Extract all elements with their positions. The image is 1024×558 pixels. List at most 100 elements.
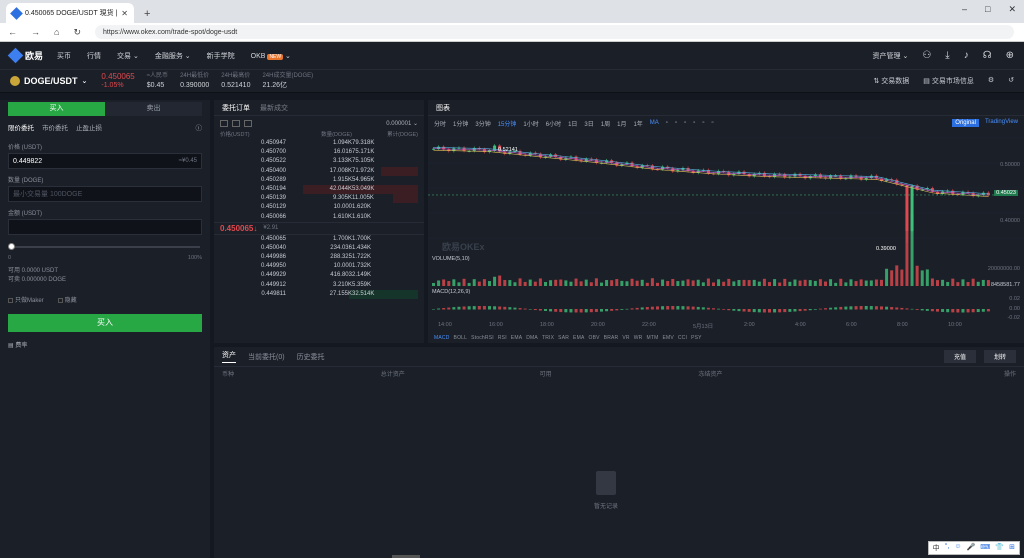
transfer-button[interactable]: 划转 (983, 350, 1016, 363)
view-both-icon[interactable] (220, 119, 228, 127)
indicator-psy[interactable]: PSY (691, 335, 702, 341)
forward-icon[interactable]: → (31, 27, 40, 37)
indicator-mtm[interactable]: MTM (646, 335, 658, 341)
precision-select[interactable]: 0.000001 ⌄ (386, 120, 418, 127)
nav-item-finance[interactable]: 金融服务 ⌄ (155, 51, 191, 61)
user-icon[interactable]: ⚇ (922, 50, 931, 61)
interval-7[interactable]: 3日 (584, 119, 593, 128)
ask-row[interactable]: 0.450129 10.000 1.620K (214, 203, 424, 212)
indicator-ema[interactable]: EMA (511, 335, 522, 341)
view-tradingview[interactable]: TradingView (985, 119, 1018, 127)
tab-order-book[interactable]: 委托订单 (222, 103, 250, 113)
brush-icon[interactable]: ▫ (684, 120, 686, 126)
interval-2[interactable]: 3分钟 (475, 119, 490, 128)
pair-selector[interactable]: DOGE/USDT ⌄ (10, 76, 87, 86)
bid-row[interactable]: 0.450065 1.700K 1.700K (214, 235, 424, 244)
tab-sell[interactable]: 卖出 (105, 102, 202, 116)
trade-data-link[interactable]: ⇅ 交易数据 (873, 76, 909, 86)
tab-assets[interactable]: 资产 (222, 350, 236, 363)
ime-item[interactable]: °, (945, 543, 950, 553)
interval-8[interactable]: 1周 (601, 119, 610, 128)
ask-row[interactable]: 0.450947 1.094K 79.318K (214, 139, 424, 148)
ime-item[interactable]: ⌨ (980, 543, 990, 553)
indicator-obv[interactable]: OBV (588, 335, 599, 341)
ime-item[interactable]: 🎤 (967, 543, 976, 553)
view-original[interactable]: Original (952, 119, 979, 127)
fee-rate-link[interactable]: ▤ 费率 (8, 340, 202, 349)
close-tab-icon[interactable]: ✕ (121, 9, 128, 18)
site-logo[interactable]: 欧易 (7, 47, 43, 64)
back-icon[interactable]: ← (8, 27, 17, 37)
candle-type-icon[interactable]: ▫ (666, 120, 668, 126)
nav-item-academy[interactable]: 新手学院 (207, 51, 235, 61)
refresh-icon[interactable]: ↺ (1008, 76, 1014, 86)
tab-buy[interactable]: 买入 (8, 102, 105, 116)
amount-slider[interactable] (8, 241, 202, 253)
interval-4[interactable]: 1小时 (523, 119, 538, 128)
indicator-dma[interactable]: DMA (526, 335, 538, 341)
info-icon[interactable]: ⓘ (196, 122, 203, 132)
indicator-vr[interactable]: VR (622, 335, 629, 341)
url-input[interactable]: https://www.okex.com/trade-spot/doge-usd… (94, 25, 1014, 39)
ime-item[interactable]: ☺ (954, 543, 961, 553)
globe-icon[interactable]: ⊕ (1006, 50, 1014, 61)
interval-10[interactable]: 1年 (633, 119, 642, 128)
maximize-button[interactable]: □ (985, 4, 990, 15)
buy-button[interactable]: 买入 (8, 314, 202, 332)
ask-row[interactable]: 0.450289 1.915K 54.965K (214, 176, 424, 185)
order-type-market[interactable]: 市价委托 (42, 122, 68, 132)
bid-row[interactable]: 0.450040 234.036 1.434K (214, 244, 424, 253)
indicator-brar[interactable]: BRAR (604, 335, 619, 341)
ask-row[interactable]: 0.450700 16.016 75.171K (214, 148, 424, 157)
minimize-button[interactable]: – (962, 4, 967, 15)
bid-row[interactable]: 0.449986 288.325 1.722K (214, 253, 424, 262)
price-input[interactable]: 0.449822 ≈¥0.45 (8, 153, 202, 169)
download-icon[interactable]: ⤓ (945, 50, 949, 61)
indicator-stochrsi[interactable]: StochRSI (471, 335, 494, 341)
bid-row[interactable]: 0.449929 416.803 2.149K (214, 271, 424, 280)
interval-3[interactable]: 15分钟 (498, 119, 517, 128)
option-hidden[interactable]: 隐藏 (57, 295, 77, 304)
ime-item[interactable]: ⊞ (1009, 543, 1015, 553)
support-icon[interactable]: ☊ (983, 50, 992, 61)
bid-row[interactable]: 0.449811 27.155K 32.514K (214, 289, 424, 299)
interval-6[interactable]: 1日 (568, 119, 577, 128)
bid-row[interactable]: 0.449912 3.210K 5.359K (214, 281, 424, 290)
reload-icon[interactable]: ↻ (73, 27, 81, 38)
ask-row[interactable]: 0.450400 17.008K 71.972K (214, 166, 424, 176)
interval-9[interactable]: 1月 (617, 119, 626, 128)
option-post-only[interactable]: 只做Maker (8, 295, 44, 304)
indicator-ema[interactable]: EMA (573, 335, 584, 341)
nav-item-markets[interactable]: 行情 (87, 51, 101, 61)
interval-5[interactable]: 6小时 (546, 119, 561, 128)
ask-row[interactable]: 0.450194 42.044K 53.049K (214, 184, 424, 195)
ime-item[interactable]: 中 (933, 543, 940, 553)
home-icon[interactable]: ⌂ (54, 27, 59, 37)
bell-icon[interactable]: ♪ (964, 50, 969, 61)
indicator-sar[interactable]: SAR (558, 335, 569, 341)
settings-icon[interactable]: ⚙ (988, 76, 994, 86)
indicator-rsi[interactable]: RSI (498, 335, 507, 341)
deposit-button[interactable]: 充值 (943, 350, 976, 363)
bid-row[interactable]: 0.449950 10.000 1.732K (214, 262, 424, 271)
browser-tab[interactable]: 0.450065 DOGE/USDT 現货 | 歐 ✕ (6, 3, 134, 23)
ask-row[interactable]: 0.450066 1.610K 1.610K (214, 213, 424, 222)
view-bids-icon[interactable] (232, 119, 240, 127)
ma-indicator-select[interactable]: MA (650, 120, 659, 126)
asset-management-menu[interactable]: 资产管理 ⌄ (873, 51, 909, 61)
market-info-link[interactable]: ▤ 交易市场信息 (923, 76, 974, 86)
view-asks-icon[interactable] (244, 119, 252, 127)
ime-item[interactable]: 👕 (995, 543, 1004, 553)
indicator-boll[interactable]: BOLL (454, 335, 468, 341)
draw-line-icon[interactable]: ▫ (675, 120, 677, 126)
camera-icon[interactable]: ▫ (693, 120, 695, 126)
slider-handle[interactable] (8, 243, 15, 250)
candlestick-chart[interactable] (428, 130, 1024, 343)
tab-recent-trades[interactable]: 最新成交 (260, 103, 288, 113)
fullscreen-icon[interactable]: ▫ (712, 120, 714, 126)
tab-order-history[interactable]: 历史委托 (297, 352, 325, 362)
nav-item-okb[interactable]: OKB NEW ⌄ (251, 52, 291, 60)
total-input[interactable] (8, 219, 202, 235)
nav-item-trade[interactable]: 交易 ⌄ (117, 51, 139, 61)
indicator-emv[interactable]: EMV (662, 335, 673, 341)
